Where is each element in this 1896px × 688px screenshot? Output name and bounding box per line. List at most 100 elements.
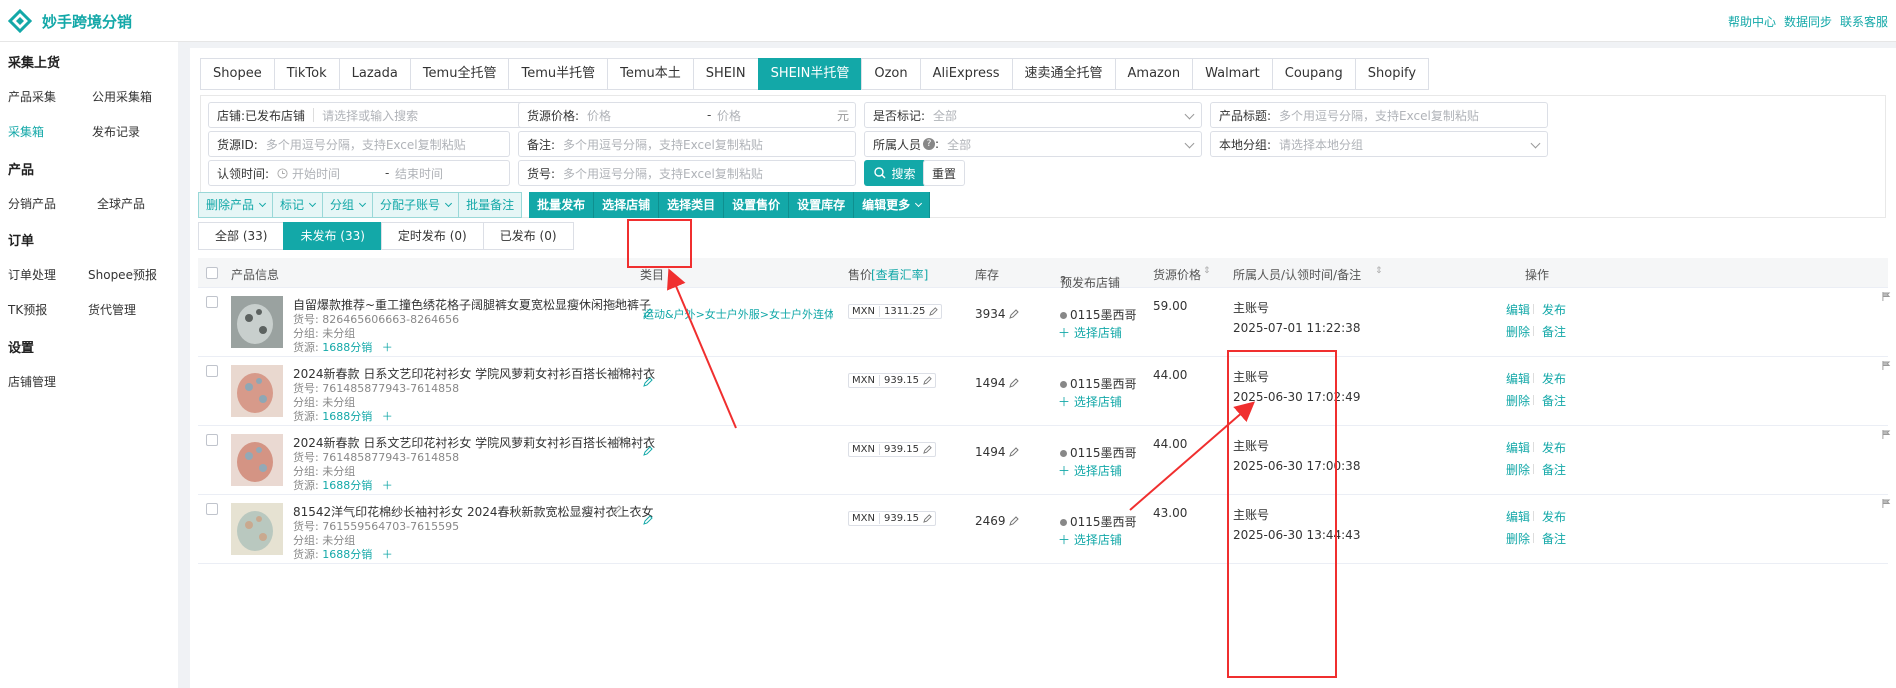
edit-link[interactable]: 编辑 xyxy=(1506,301,1530,318)
select-all-checkbox[interactable] xyxy=(206,267,218,279)
product-thumbnail[interactable] xyxy=(231,434,283,486)
select-category-button[interactable]: 选择类目 xyxy=(659,192,725,218)
tab-temu-full[interactable]: Temu全托管 xyxy=(409,58,510,90)
set-price-button[interactable]: 设置售价 xyxy=(724,192,790,218)
remark-link[interactable]: 备注 xyxy=(1542,461,1566,478)
app-logo[interactable]: 妙手跨境分销 xyxy=(8,9,132,33)
assign-subaccount-button[interactable]: 分配子账号 xyxy=(372,192,460,218)
tab-aliexpress-full[interactable]: 速卖通全托管 xyxy=(1011,58,1116,90)
status-tab-scheduled[interactable]: 定时发布 (0) xyxy=(380,222,484,250)
col-cost[interactable]: 货源价格 xyxy=(1153,266,1201,283)
select-shop-link[interactable]: ＋ 选择店铺 xyxy=(1058,462,1122,479)
sort-icon[interactable]: ⇕ xyxy=(1203,266,1211,276)
select-shop-button[interactable]: 选择店铺 xyxy=(594,192,660,218)
flag-icon[interactable] xyxy=(1882,430,1891,439)
marked-filter[interactable]: 是否标记: 全部 xyxy=(864,102,1202,128)
publish-link[interactable]: 发布 xyxy=(1542,370,1566,387)
sku-input[interactable]: 多个用逗号分隔，支持Excel复制粘贴 xyxy=(563,165,763,182)
edit-icon[interactable] xyxy=(923,376,932,385)
claim-time-filter[interactable]: 认领时间: 开始时间 - 结束时间 xyxy=(208,160,510,186)
sidebar-item-collect-box[interactable]: 采集箱 xyxy=(8,123,44,140)
row-checkbox[interactable] xyxy=(206,365,218,377)
tab-walmart[interactable]: Walmart xyxy=(1192,58,1273,90)
shop-filter[interactable]: 店铺: 已发布店铺 请选择或输入搜索 xyxy=(208,102,544,128)
flag-icon[interactable] xyxy=(1882,499,1891,508)
add-icon[interactable]: ＋ xyxy=(382,479,393,492)
edit-stock-icon[interactable] xyxy=(1009,447,1019,457)
tab-shein-semi[interactable]: SHEIN半托管 xyxy=(757,58,863,90)
help-center-link[interactable]: 帮助中心 xyxy=(1728,13,1776,30)
start-time-input[interactable]: 开始时间 xyxy=(292,165,340,182)
source-link[interactable]: 1688分销 xyxy=(322,548,372,561)
add-icon[interactable]: ＋ xyxy=(382,548,393,561)
source-link[interactable]: 1688分销 xyxy=(322,410,372,423)
col-owner[interactable]: 所属人员/认领时间/备注 xyxy=(1233,266,1361,283)
batch-publish-button[interactable]: 批量发布 xyxy=(529,192,595,218)
sidebar-item-shop-manage[interactable]: 店铺管理 xyxy=(8,373,56,390)
sku-filter[interactable]: 货号: 多个用逗号分隔，支持Excel复制粘贴 xyxy=(518,160,856,186)
title-input[interactable]: 多个用逗号分隔，支持Excel复制粘贴 xyxy=(1279,107,1479,124)
tab-tiktok[interactable]: TikTok xyxy=(273,58,340,90)
product-thumbnail[interactable] xyxy=(231,503,283,555)
contact-support-link[interactable]: 联系客服 xyxy=(1840,13,1888,30)
tab-temu-local[interactable]: Temu本土 xyxy=(607,58,694,90)
product-thumbnail[interactable] xyxy=(231,296,283,348)
tab-temu-semi[interactable]: Temu半托管 xyxy=(508,58,609,90)
remark-link[interactable]: 备注 xyxy=(1542,530,1566,547)
select-shop-link[interactable]: ＋ 选择店铺 xyxy=(1058,393,1122,410)
row-checkbox[interactable] xyxy=(206,503,218,515)
edit-icon[interactable] xyxy=(923,445,932,454)
local-group-input[interactable]: 请选择本地分组 xyxy=(1279,136,1363,153)
group-button[interactable]: 分组 xyxy=(322,192,374,218)
tab-aliexpress[interactable]: AliExpress xyxy=(919,58,1013,90)
edit-category-icon[interactable] xyxy=(643,377,653,387)
edit-icon[interactable] xyxy=(923,514,932,523)
data-sync-link[interactable]: 数据同步 xyxy=(1784,13,1832,30)
owner-filter[interactable]: 所属人员?: 全部 xyxy=(864,131,1202,157)
source-id-filter[interactable]: 货源ID: 多个用逗号分隔，支持Excel复制粘贴 xyxy=(208,131,510,157)
batch-remark-button[interactable]: 批量备注 xyxy=(458,192,523,218)
delete-link[interactable]: 删除 xyxy=(1506,323,1530,340)
edit-icon[interactable] xyxy=(612,436,622,446)
sidebar-item-tk-forecast[interactable]: TK预报 xyxy=(8,301,47,318)
price-min-input[interactable]: 价格 xyxy=(587,107,611,124)
edit-icon[interactable] xyxy=(929,307,939,316)
row-checkbox[interactable] xyxy=(206,296,218,308)
local-group-filter[interactable]: 本地分组: 请选择本地分组 xyxy=(1210,131,1548,157)
status-tab-all[interactable]: 全部 (33) xyxy=(198,222,285,250)
edit-category-icon[interactable] xyxy=(643,446,653,456)
delete-link[interactable]: 删除 xyxy=(1506,530,1530,547)
row-checkbox[interactable] xyxy=(206,434,218,446)
tab-shein[interactable]: SHEIN xyxy=(692,58,759,90)
publish-link[interactable]: 发布 xyxy=(1542,508,1566,525)
tab-coupang[interactable]: Coupang xyxy=(1271,58,1356,90)
flag-icon[interactable] xyxy=(1882,361,1891,370)
reset-button[interactable]: 重置 xyxy=(923,160,965,186)
sidebar-item-publish-log[interactable]: 发布记录 xyxy=(92,123,140,140)
tab-amazon[interactable]: Amazon xyxy=(1114,58,1194,90)
sidebar-item-global-product[interactable]: 全球产品 xyxy=(97,195,145,212)
flag-icon[interactable] xyxy=(1882,292,1891,301)
edit-stock-icon[interactable] xyxy=(1009,378,1019,388)
sidebar-item-product-collect[interactable]: 产品采集 xyxy=(8,88,56,105)
add-icon[interactable]: ＋ xyxy=(382,410,393,423)
tab-shopify[interactable]: Shopify xyxy=(1354,58,1430,90)
set-stock-button[interactable]: 设置库存 xyxy=(789,192,855,218)
tab-ozon[interactable]: Ozon xyxy=(861,58,921,90)
tab-shopee[interactable]: Shopee xyxy=(200,58,275,90)
add-icon[interactable]: ＋ xyxy=(382,341,393,354)
category-link[interactable]: 运动&户外>女士户外服>女士户外连体衣&连... xyxy=(643,306,833,322)
tab-lazada[interactable]: Lazada xyxy=(338,58,411,90)
source-link[interactable]: 1688分销 xyxy=(322,479,372,492)
sort-icon[interactable]: ⇕ xyxy=(1375,266,1383,276)
product-thumbnail[interactable] xyxy=(231,365,283,417)
help-icon[interactable]: ? xyxy=(923,138,936,150)
publish-link[interactable]: 发布 xyxy=(1542,301,1566,318)
edit-icon[interactable] xyxy=(612,298,622,308)
delete-products-button[interactable]: 删除产品 xyxy=(198,192,274,218)
price-field[interactable]: MXN 939.15 xyxy=(848,511,936,526)
edit-category-icon[interactable] xyxy=(643,515,653,525)
price-field[interactable]: MXN 1311.25 xyxy=(848,304,943,319)
end-time-input[interactable]: 结束时间 xyxy=(395,165,443,182)
edit-icon[interactable] xyxy=(612,367,622,377)
